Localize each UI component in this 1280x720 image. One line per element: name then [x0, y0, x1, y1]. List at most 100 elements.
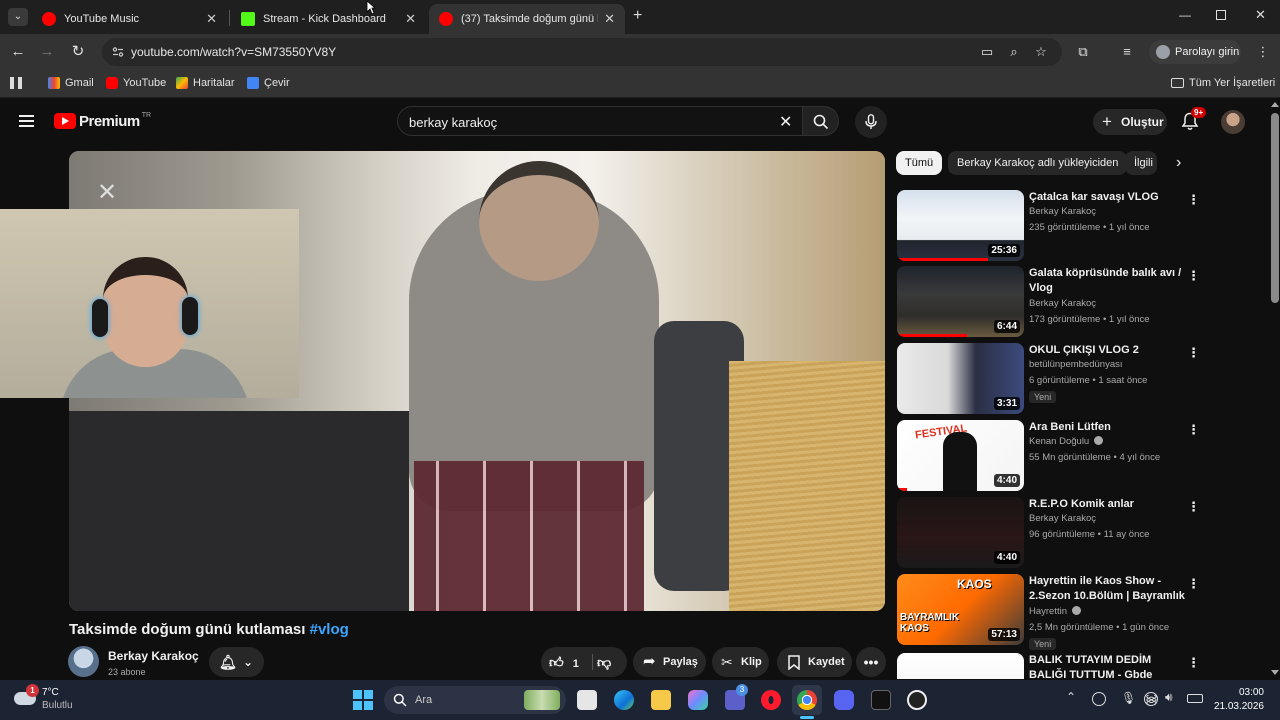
- wifi-icon[interactable]: ᯼: [1145, 690, 1158, 707]
- teams-icon[interactable]: 3: [725, 684, 748, 710]
- close-icon[interactable]: ✕: [405, 11, 416, 27]
- recommendation-title[interactable]: Hayrettin ile Kaos Show - 2.Sezon 10.Böl…: [1029, 574, 1185, 604]
- chip-from-uploader[interactable]: Berkay Karakoç adlı yükleyiciden: [948, 151, 1128, 175]
- volume-icon[interactable]: 🔊︎: [1165, 690, 1173, 705]
- tab-search-button[interactable]: ⌄: [8, 8, 28, 26]
- dislike-button[interactable]: 👎︎: [597, 647, 611, 679]
- clip-button[interactable]: ✂ Klip: [712, 647, 769, 677]
- bookmark-star-icon[interactable]: ☆: [1033, 44, 1049, 60]
- scroll-up-icon[interactable]: [1271, 102, 1279, 107]
- recommendation-channel[interactable]: Hayrettin: [1029, 606, 1082, 617]
- video-thumbnail[interactable]: 3:31: [897, 343, 1024, 414]
- recommendation-channel[interactable]: Kenan Doğulu: [1029, 436, 1104, 447]
- address-bar[interactable]: youtube.com/watch?v=SM73550YV8Y: [102, 38, 1062, 66]
- site-info-icon[interactable]: [112, 46, 124, 58]
- recommendation-channel[interactable]: Berkay Karakoç: [1029, 513, 1096, 524]
- close-icon[interactable]: ✕: [206, 11, 217, 27]
- install-app-icon[interactable]: ▭: [979, 44, 995, 60]
- channel-name[interactable]: Berkay Karakoç: [108, 649, 199, 663]
- more-vertical-icon[interactable]: ⋮: [1187, 499, 1200, 515]
- recommendation-item[interactable]: 4:40 R.E.P.O Komik anlar Berkay Karakoç 96 …: [897, 497, 1227, 569]
- recommendation-title[interactable]: BALIK TUTAYIM DEDİM BALIĞI TUTTUM - Gbde…: [1029, 653, 1185, 679]
- bookmark-gmail[interactable]: Gmail: [48, 77, 94, 89]
- reload-icon[interactable]: ↻: [68, 42, 88, 62]
- show-hidden-icons[interactable]: ⌃: [1066, 690, 1076, 704]
- recommendation-title[interactable]: Galata köprüsünde balık avı / Vlog: [1029, 266, 1185, 296]
- hashtag-link[interactable]: #vlog: [310, 621, 349, 638]
- tab-youtube-music[interactable]: YouTube Music ✕: [32, 4, 227, 34]
- bookmark-cevir[interactable]: Çevir: [247, 77, 290, 89]
- more-actions-button[interactable]: •••: [856, 647, 886, 677]
- discord-icon[interactable]: [834, 690, 854, 710]
- opera-icon[interactable]: [761, 690, 781, 710]
- clock[interactable]: 03:00 21.03.2026: [1210, 686, 1264, 714]
- chip-all[interactable]: Tümü: [896, 151, 943, 175]
- apps-grid-icon[interactable]: [10, 77, 22, 89]
- more-vertical-icon[interactable]: ⋮: [1187, 422, 1200, 438]
- recommendation-channel[interactable]: Berkay Karakoç: [1029, 298, 1096, 309]
- tab-kick-dashboard[interactable]: Stream - Kick Dashboard ✕: [231, 4, 426, 34]
- mic-tray-icon[interactable]: 🎙︎: [1121, 691, 1136, 705]
- like-button[interactable]: 👍︎ 1: [549, 647, 589, 677]
- task-view-icon[interactable]: [577, 690, 597, 710]
- scroll-down-icon[interactable]: [1271, 670, 1279, 675]
- more-vertical-icon[interactable]: ⋮: [1187, 268, 1200, 284]
- menu-dots-icon[interactable]: ⋮: [1255, 44, 1271, 60]
- chevron-right-icon[interactable]: ›: [1176, 154, 1181, 172]
- recommendation-item[interactable]: 25:36 Çatalca kar savaşı VLOG Berkay Karak…: [897, 190, 1227, 262]
- capcut-icon[interactable]: [871, 690, 891, 710]
- maximize-icon[interactable]: [1216, 10, 1226, 20]
- weather-widget[interactable]: 1 7°C Bulutlu: [14, 684, 94, 714]
- bookmark-youtube[interactable]: YouTube: [106, 77, 166, 89]
- channel-avatar[interactable]: [68, 646, 99, 677]
- video-thumbnail[interactable]: 25:36: [897, 190, 1024, 261]
- windows-start-button[interactable]: [353, 690, 373, 710]
- profile-signin-button[interactable]: Parolayı girin: [1149, 40, 1241, 64]
- youtube-premium-logo[interactable]: Premium TR: [54, 111, 151, 131]
- close-window-icon[interactable]: ✕: [1255, 7, 1266, 23]
- search-button[interactable]: [803, 106, 839, 136]
- chip-related[interactable]: İlgili: [1125, 151, 1157, 175]
- close-icon[interactable]: ✕: [604, 11, 615, 27]
- recommendation-item[interactable]: 3:31 OKUL ÇIKIŞI VLOG 2 betülünpembedünyas…: [897, 343, 1227, 415]
- video-thumbnail[interactable]: 4:40: [897, 497, 1024, 568]
- taskbar-search-box[interactable]: Ara: [384, 686, 566, 714]
- recommendation-title[interactable]: R.E.P.O Komik anlar: [1029, 497, 1185, 512]
- bookmark-haritalar[interactable]: Haritalar: [176, 77, 235, 89]
- notifications-button[interactable]: 9+: [1181, 107, 1207, 132]
- more-vertical-icon[interactable]: ⋮: [1187, 345, 1200, 361]
- edge-icon[interactable]: [614, 690, 634, 710]
- more-vertical-icon[interactable]: ⋮: [1187, 192, 1200, 208]
- file-explorer-icon[interactable]: [651, 690, 671, 710]
- recommendation-channel[interactable]: Berkay Karakoç: [1029, 206, 1096, 217]
- tray-icon-1[interactable]: [1092, 692, 1106, 706]
- recommendation-title[interactable]: OKUL ÇIKIŞI VLOG 2: [1029, 343, 1185, 358]
- back-arrow-icon[interactable]: ←: [8, 42, 28, 62]
- recommendation-item[interactable]: BALIK TUTAYIM DEDİM BALIĞI TUTTUM - Gbde…: [897, 653, 1227, 679]
- scrollbar-thumb[interactable]: [1271, 113, 1279, 303]
- copilot-icon[interactable]: [688, 690, 708, 710]
- extensions-icon[interactable]: ⧉: [1075, 44, 1091, 60]
- recommendation-title[interactable]: Çatalca kar savaşı VLOG: [1029, 190, 1185, 205]
- clear-search-icon[interactable]: ✕: [779, 112, 792, 132]
- minimize-icon[interactable]: —: [1179, 8, 1191, 22]
- forward-arrow-icon[interactable]: →: [37, 42, 57, 62]
- battery-icon[interactable]: [1187, 694, 1203, 703]
- search-box[interactable]: berkay karakoç ✕: [397, 106, 803, 136]
- avatar[interactable]: [1221, 110, 1245, 134]
- video-thumbnail[interactable]: [897, 653, 1024, 679]
- new-tab-icon[interactable]: +: [633, 7, 642, 25]
- recommendation-item[interactable]: 6:44 Galata köprüsünde balık avı / Vlog Be…: [897, 266, 1227, 338]
- recommendation-item[interactable]: FESTIVAL 4:40 Ara Beni Lütfen Kenan Doğulu 5…: [897, 420, 1227, 492]
- subscription-bell-button[interactable]: 🔔︎ ⌄: [209, 647, 264, 677]
- video-thumbnail[interactable]: FESTIVAL 4:40: [897, 420, 1024, 491]
- recommendation-channel[interactable]: betülünpembedünyası: [1029, 359, 1123, 370]
- save-button[interactable]: Kaydet: [777, 647, 852, 677]
- create-button[interactable]: + Oluştur: [1093, 109, 1167, 135]
- page-scrollbar[interactable]: [1270, 99, 1280, 680]
- zoom-icon[interactable]: ⌕: [1006, 44, 1022, 60]
- media-control-icon[interactable]: ≡: [1119, 44, 1135, 60]
- tab-current-video[interactable]: (37) Taksimde doğum günü kutlaması ✕: [429, 4, 625, 34]
- more-vertical-icon[interactable]: ⋮: [1187, 655, 1200, 671]
- app-icon[interactable]: [907, 690, 927, 710]
